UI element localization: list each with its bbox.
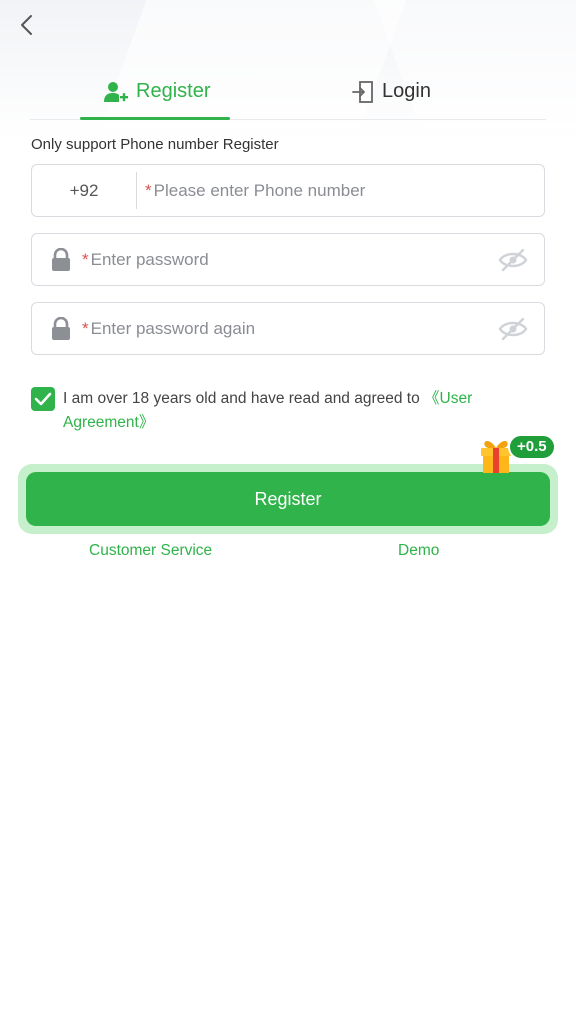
agreement-checkbox[interactable] — [31, 387, 55, 411]
lock-icon — [50, 247, 72, 272]
footer-links: Customer Service Demo — [0, 542, 576, 564]
register-page: Register Login Only support Phone number… — [0, 0, 576, 1024]
tab-login[interactable]: Login — [330, 64, 546, 119]
required-mark: * — [82, 318, 89, 338]
register-bonus-badge: +0.5 — [508, 434, 556, 460]
eye-hidden-icon[interactable] — [498, 317, 528, 341]
agreement-statement: I am over 18 years old and have read and… — [63, 390, 425, 407]
user-add-icon — [104, 81, 128, 102]
phone-input[interactable] — [153, 180, 544, 201]
eye-hidden-icon[interactable] — [498, 248, 528, 272]
agreement-row: I am over 18 years old and have read and… — [31, 387, 531, 435]
confirm-password-field: * — [31, 302, 545, 355]
required-mark: * — [145, 180, 152, 200]
lock-icon — [50, 316, 72, 341]
password-field: * — [31, 233, 545, 286]
tab-register[interactable]: Register — [30, 64, 330, 120]
chevron-left-icon — [21, 15, 32, 35]
checkmark-icon — [34, 392, 52, 406]
register-button[interactable]: Register — [26, 472, 550, 526]
agreement-text: I am over 18 years old and have read and… — [63, 387, 531, 435]
password-input[interactable] — [90, 249, 498, 270]
required-mark: * — [82, 249, 89, 269]
demo-link[interactable]: Demo — [398, 542, 439, 560]
country-code-selector[interactable]: +92 — [32, 172, 137, 209]
back-button[interactable] — [10, 8, 44, 42]
confirm-password-input[interactable] — [90, 318, 498, 339]
customer-service-link[interactable]: Customer Service — [89, 542, 212, 560]
tab-login-label: Login — [382, 80, 431, 102]
auth-tabs: Register Login — [30, 64, 546, 120]
login-door-icon — [352, 80, 373, 103]
phone-field: +92 * — [31, 164, 545, 217]
register-hint: Only support Phone number Register — [31, 136, 279, 153]
tab-register-label: Register — [136, 80, 211, 102]
